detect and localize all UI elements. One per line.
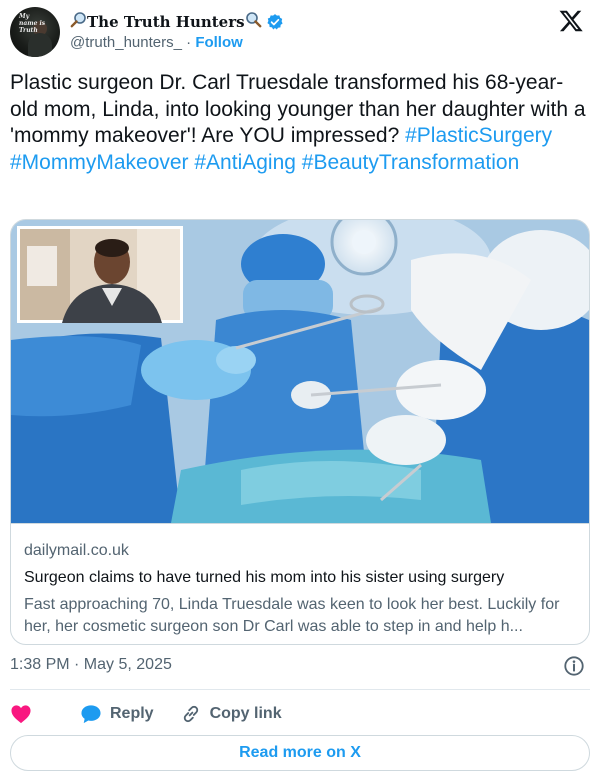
x-logo-icon[interactable]	[558, 8, 584, 34]
read-more-button[interactable]: Read more on X	[10, 735, 590, 771]
verified-badge-icon	[266, 13, 284, 31]
tweet-text: Plastic surgeon Dr. Carl Truesdale trans…	[10, 70, 590, 176]
copy-link-button[interactable]: Copy link	[180, 703, 282, 725]
magnifying-glass-icon	[245, 11, 262, 33]
reply-button[interactable]: Reply	[80, 704, 154, 724]
author-display-name: The Truth Hunters	[87, 13, 245, 31]
follow-button[interactable]: Follow	[195, 34, 243, 51]
avatar[interactable]: My name is Truth	[10, 7, 60, 57]
inset-portrait-photo	[17, 226, 183, 323]
handle-separator: ·	[181, 34, 196, 51]
heart-icon	[11, 705, 31, 724]
card-domain: dailymail.co.uk	[24, 542, 129, 559]
author-handle[interactable]: @truth_hunters_	[70, 34, 182, 51]
card-meta[interactable]: dailymail.co.uk Surgeon claims to have t…	[11, 523, 589, 644]
card-title: Surgeon claims to have turned his mom in…	[24, 569, 505, 586]
divider	[10, 689, 590, 690]
tweet-actions: Reply Copy link	[10, 699, 308, 729]
tweet-timestamp[interactable]: 1:38 PM · May 5, 2025	[10, 656, 172, 674]
card-description: Fast approaching 70, Linda Truesdale was…	[24, 596, 560, 635]
avatar-shoulders	[28, 33, 52, 57]
reply-bubble-icon	[81, 705, 101, 724]
copy-link-label: Copy link	[209, 705, 282, 722]
magnifying-glass-icon	[70, 11, 87, 33]
info-icon[interactable]	[563, 655, 585, 677]
tweet-header: My name is Truth The Truth Hunters @trut…	[10, 4, 590, 60]
author-handle-row: @truth_hunters_ · Follow	[70, 34, 243, 51]
reply-label: Reply	[110, 705, 154, 722]
card-image[interactable]	[11, 220, 589, 523]
avatar-text: My name is Truth	[19, 13, 46, 34]
author-name-row[interactable]: The Truth Hunters	[70, 11, 284, 33]
link-preview-card[interactable]: dailymail.co.uk Surgeon claims to have t…	[10, 219, 590, 645]
like-button[interactable]	[10, 704, 32, 724]
link-icon	[183, 705, 198, 723]
